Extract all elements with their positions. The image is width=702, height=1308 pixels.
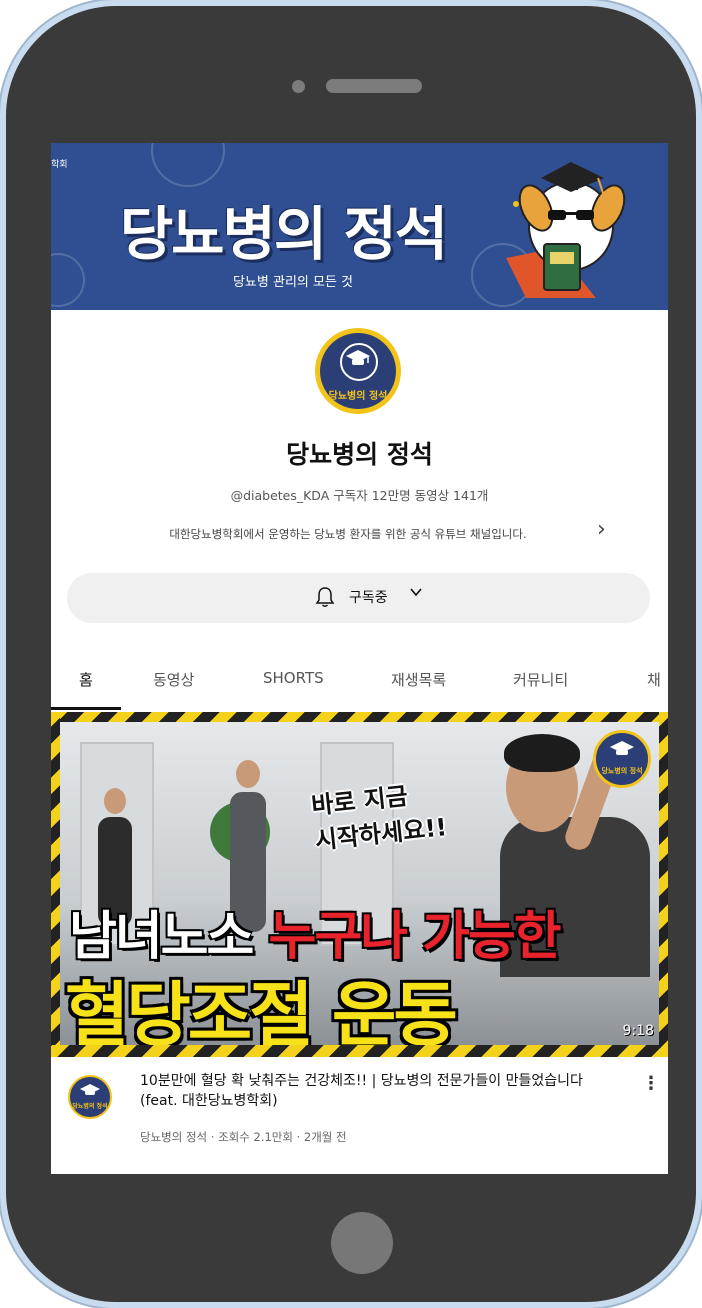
graduation-cap-icon — [610, 741, 634, 755]
channel-avatar[interactable]: 당뇨병의 정석 — [315, 328, 401, 414]
mascot-dog-icon — [506, 162, 626, 298]
more-vert-icon[interactable]: ⋮ — [642, 1073, 660, 1094]
channel-banner: 학회 당뇨병의 정석 당뇨병 관리의 모든 것 — [51, 143, 668, 310]
headline-white: 남녀노소 — [69, 907, 254, 967]
chevron-down-icon — [410, 588, 422, 597]
channel-tabs: 홈 동영상 SHORTS 재생목록 커뮤니티 채 — [51, 663, 668, 710]
avatar-label: 당뇨병의 정석 — [328, 391, 388, 402]
tab-playlists[interactable]: 재생목록 — [391, 669, 446, 690]
banner-edge-text: 학회 — [51, 160, 68, 170]
tab-home[interactable]: 홈 — [79, 669, 93, 690]
hazard-stripe — [51, 712, 668, 722]
video-avatar-label: 당뇨병의 정석 — [72, 1103, 108, 1110]
channel-name: 당뇨병의 정석 — [286, 440, 433, 469]
thumbnail-logo: 당뇨병의 정석 — [593, 730, 651, 788]
channel-description[interactable]: 대한당뇨병학회에서 운영하는 당뇨병 환자를 위한 공식 유튜브 채널입니다. — [103, 526, 593, 542]
app-screen: 학회 당뇨병의 정석 당뇨병 관리의 모든 것 당뇨병의 정석 당뇨병의 정석 … — [51, 143, 668, 1174]
banner-doodle — [51, 253, 85, 307]
video-title[interactable]: 10분만에 혈당 확 낮춰주는 건강체조!! | 당뇨병의 전문가들이 만들었습… — [140, 1071, 620, 1111]
hair — [504, 734, 580, 772]
subscribe-button[interactable]: 구독중 — [67, 573, 650, 623]
video-thumbnail[interactable]: 바로 지금 시작하세요!! 남녀노소 누구나 가능한 혈당조절 운동 당뇨병의 … — [51, 712, 668, 1057]
speaker-grille — [326, 79, 422, 93]
thumbnail-logo-label: 당뇨병의 정석 — [601, 767, 643, 775]
banner-doodle — [151, 143, 225, 187]
tab-videos[interactable]: 동영상 — [153, 669, 194, 690]
person-head — [104, 788, 126, 814]
tab-channels[interactable]: 채 — [647, 669, 661, 690]
thumbnail-headline-1: 남녀노소 누구나 가능한 — [69, 894, 562, 969]
home-button[interactable] — [331, 1212, 393, 1274]
banner-title: 당뇨병의 정석 — [119, 200, 448, 268]
thumbnail-headline-2: 혈당조절 운동 — [65, 974, 458, 1056]
avatar-inner: 당뇨병의 정석 — [320, 333, 396, 409]
thumbnail-speech: 바로 지금 시작하세요!! — [310, 775, 449, 858]
graduation-cap-icon — [346, 350, 370, 365]
tab-community[interactable]: 커뮤니티 — [513, 669, 568, 690]
chevron-right-icon[interactable]: › — [597, 517, 606, 542]
banner-subtitle: 당뇨병 관리의 모든 것 — [232, 275, 354, 290]
headline-red: 누구나 가능한 — [268, 907, 561, 967]
hazard-stripe — [51, 1045, 668, 1057]
active-tab-indicator — [51, 707, 121, 710]
tab-shorts[interactable]: SHORTS — [263, 669, 324, 687]
camera-dot — [292, 80, 305, 93]
hazard-stripe — [51, 712, 60, 1057]
video-meta: 당뇨병의 정석 · 조회수 2.1만회 · 2개월 전 — [140, 1130, 347, 1144]
person-head — [236, 760, 260, 788]
video-channel-avatar[interactable]: 당뇨병의 정석 — [68, 1075, 112, 1119]
video-duration: 9:18 — [622, 1023, 654, 1039]
subscribe-label: 구독중 — [349, 590, 388, 606]
channel-meta: @diabetes_KDA 구독자 12만명 동영상 141개 — [230, 488, 489, 503]
graduation-cap-icon — [80, 1084, 100, 1095]
bell-icon — [315, 587, 335, 607]
hazard-stripe — [659, 712, 668, 1057]
